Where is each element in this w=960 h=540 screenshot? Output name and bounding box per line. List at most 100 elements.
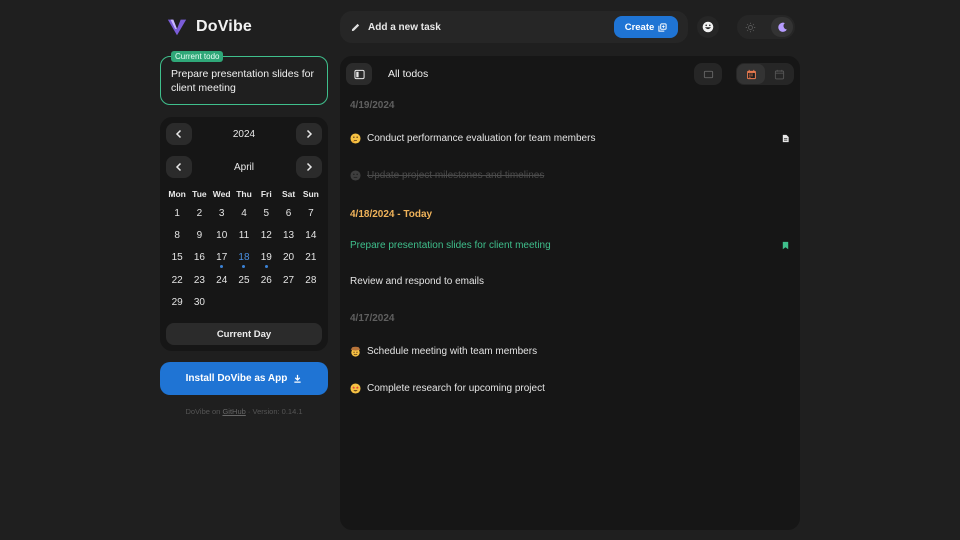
todo-item[interactable]: Conduct performance evaluation for team …: [350, 133, 790, 144]
date-group-header: 4/17/2024: [350, 313, 395, 324]
todo-item[interactable]: Schedule meeting with team members: [350, 346, 790, 357]
calendar-day-number: 1: [174, 208, 180, 219]
list-view-button[interactable]: [694, 63, 722, 85]
calendar-day-number: 28: [305, 274, 317, 286]
theme-toggle[interactable]: [737, 15, 795, 39]
calendar-day-number: 10: [216, 230, 228, 242]
calendar-day[interactable]: 6: [277, 203, 299, 225]
emoji-picker-button[interactable]: [697, 16, 719, 38]
next-year-button[interactable]: [296, 123, 322, 145]
calendar-day[interactable]: 15: [166, 247, 188, 269]
todo-text: Review and respond to emails: [350, 276, 484, 287]
year-nav: 2024: [166, 123, 322, 145]
calendar-day-number: 23: [193, 274, 205, 286]
calendar-day[interactable]: 30: [188, 292, 210, 314]
todo-text: Prepare presentation slides for client m…: [350, 240, 551, 251]
calendar-day[interactable]: 19: [255, 247, 277, 269]
weekday-label: Sat: [281, 189, 296, 199]
todo-item-active[interactable]: Prepare presentation slides for client m…: [350, 240, 790, 251]
bookmark-icon[interactable]: [781, 241, 790, 250]
calendar-day-number: 19: [260, 252, 272, 264]
calendar-day-number: 30: [193, 296, 205, 308]
next-month-button[interactable]: [295, 156, 322, 178]
current-day-button[interactable]: Current Day: [166, 323, 322, 345]
note-icon[interactable]: [781, 134, 790, 143]
year-label: 2024: [232, 128, 256, 140]
download-icon: [294, 374, 301, 383]
light-theme-option[interactable]: [739, 17, 761, 37]
neutral-face-icon: [350, 170, 361, 181]
calendar-day-number: 17: [216, 252, 228, 264]
calendar-day[interactable]: 12: [255, 225, 277, 247]
chevron-right-icon: [306, 162, 313, 172]
calendar-day[interactable]: 2: [188, 203, 210, 225]
todo-item[interactable]: Review and respond to emails: [350, 276, 790, 287]
weekday-label: Thu: [236, 189, 252, 199]
calendar-day-number: 18: [238, 252, 250, 264]
calendar-day[interactable]: 7: [300, 203, 322, 225]
calendar-day[interactable]: 28: [300, 270, 322, 292]
calendar-day-number: 22: [171, 274, 183, 286]
dark-theme-option[interactable]: [771, 17, 793, 37]
calendar-day[interactable]: 14: [300, 225, 322, 247]
calendar-day-number: 8: [174, 230, 180, 242]
calendar-day[interactable]: 29: [166, 292, 188, 314]
todo-item[interactable]: Update project milestones and timelines: [350, 170, 790, 181]
calendar-day[interactable]: 26: [255, 270, 277, 292]
github-link[interactable]: GitHub: [222, 407, 245, 416]
calendar-day[interactable]: 27: [277, 270, 299, 292]
prev-month-button[interactable]: [166, 156, 192, 178]
app-brand: DoVibe: [166, 16, 252, 38]
calendar-day[interactable]: 24: [211, 270, 233, 292]
calendar-day-number: 4: [241, 208, 247, 219]
calendar-day[interactable]: 4: [233, 203, 255, 225]
todo-text: Complete research for upcoming project: [367, 383, 545, 394]
weekday-label: Tue: [192, 189, 207, 199]
dovibe-logo-icon: [167, 19, 187, 36]
toggle-sidebar-button[interactable]: [346, 63, 372, 85]
install-app-button[interactable]: Install DoVibe as App: [160, 362, 328, 395]
calendar-day-number: 5: [263, 208, 270, 219]
calendar-day-number: 7: [308, 208, 314, 219]
calendar-day-number: 21: [305, 252, 317, 264]
calendar-day[interactable]: 22: [166, 270, 188, 292]
view-mode-toggle[interactable]: [736, 63, 794, 85]
calendar-day-number: 3: [218, 208, 225, 219]
calendar-day[interactable]: 3: [211, 203, 233, 225]
app-name: DoVibe: [196, 18, 253, 35]
create-button[interactable]: Create: [614, 16, 678, 38]
calendar-day-number: 15: [171, 252, 183, 264]
prev-year-button[interactable]: [166, 123, 192, 145]
calendar-day[interactable]: 17: [211, 247, 233, 269]
weekday-label: Sun: [302, 189, 319, 199]
calendar-day[interactable]: 5: [255, 203, 277, 225]
version-text: Version: 0.14.1: [252, 407, 303, 416]
calendar-day-number: 20: [283, 252, 295, 264]
add-task-bar[interactable]: Add a new task Create: [340, 11, 688, 43]
footer-prefix: DoVibe on: [185, 407, 221, 416]
face-with-cowboy-hat-icon: [350, 346, 361, 357]
calendar-day[interactable]: 23: [188, 270, 210, 292]
calendar-day-today[interactable]: 18: [233, 247, 255, 269]
calendar-day[interactable]: 20: [277, 247, 299, 269]
current-todo-tag: Current todo: [171, 51, 224, 62]
date-group-header-today: 4/18/2024 - Today: [350, 209, 433, 220]
calendar-day[interactable]: 8: [166, 225, 188, 247]
calendar-view-option[interactable]: [737, 64, 765, 84]
calendar: 2024 April Mon Tue Wed Thu Fri Sat Sun 1 2 3 4 5 6 7 8…: [160, 117, 328, 351]
current-todo-card[interactable]: Current todo Prepare presentation slides…: [160, 51, 328, 105]
sidebar-panel-icon: [353, 69, 365, 79]
add-task-input[interactable]: Add a new task: [368, 22, 614, 33]
pencil-icon: [351, 23, 360, 31]
calendar-day[interactable]: 25: [233, 270, 255, 292]
calendar-day[interactable]: 11: [233, 225, 255, 247]
calendar-day[interactable]: 16: [188, 247, 210, 269]
calendar-day[interactable]: 1: [166, 203, 188, 225]
smiley-icon: [702, 21, 714, 33]
todo-item[interactable]: Complete research for upcoming project: [350, 383, 790, 394]
calendar-day[interactable]: 13: [277, 225, 299, 247]
week-view-option[interactable]: [765, 64, 793, 84]
calendar-day[interactable]: 10: [211, 225, 233, 247]
calendar-day[interactable]: 21: [300, 247, 322, 269]
calendar-day[interactable]: 9: [188, 225, 210, 247]
